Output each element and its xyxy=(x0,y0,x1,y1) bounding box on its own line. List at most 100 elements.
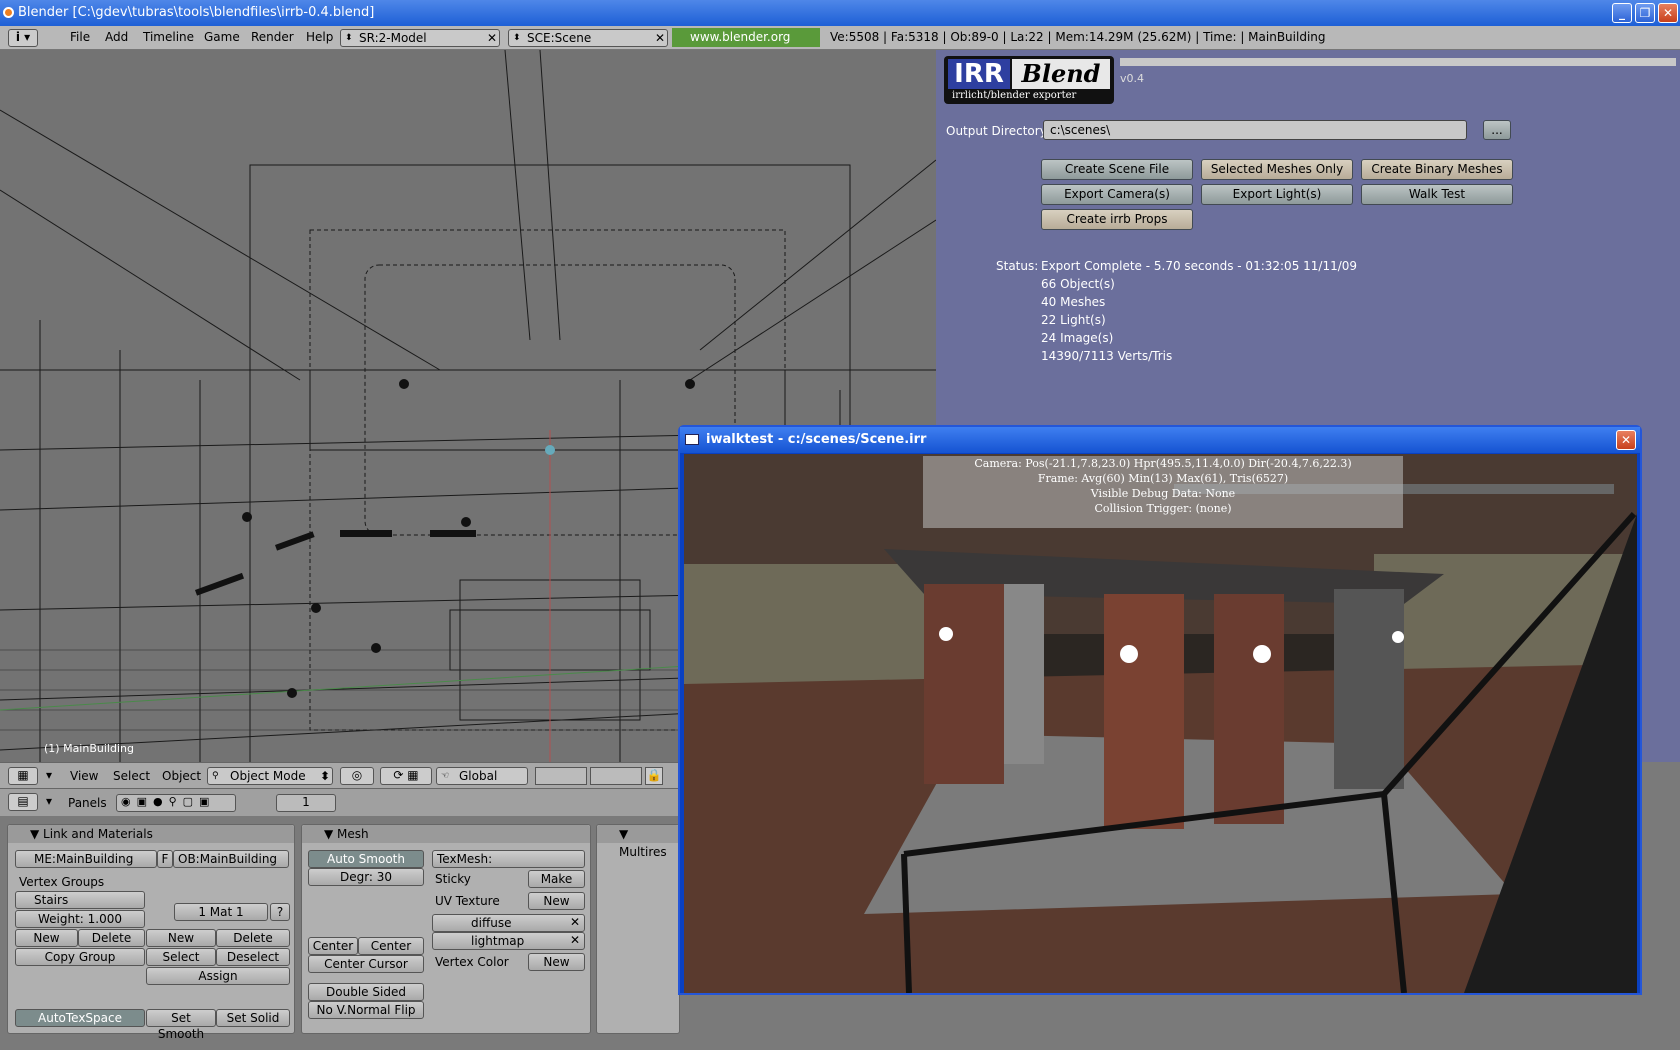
output-dir-field[interactable]: c:\scenes\ xyxy=(1043,120,1467,140)
vgroup-delete-button[interactable]: Delete xyxy=(78,929,145,947)
irrb-logo: IRR Blend irrlicht/blender exporter xyxy=(944,56,1114,104)
draw-type-icon[interactable]: ◎ xyxy=(340,767,374,785)
hand-icon: ☜ xyxy=(441,771,450,781)
window-title: Blender [C:\gdev\tubras\tools\blendfiles… xyxy=(18,5,375,20)
set-solid-button[interactable]: Set Solid xyxy=(216,1009,290,1027)
output-dir-label: Output Directory xyxy=(946,124,1047,138)
version-label: v0.4 xyxy=(1120,72,1145,85)
logo-subtitle: irrlicht/blender exporter xyxy=(952,90,1077,101)
walktest-window[interactable]: iwalktest - c:/scenes/Scene.irr ✕ Camera… xyxy=(678,425,1642,995)
create-props-button[interactable]: Create irrb Props xyxy=(1041,209,1193,230)
close-icon[interactable]: ✕ xyxy=(655,30,665,46)
center-button[interactable]: Center xyxy=(308,937,358,955)
set-smooth-button[interactable]: Set Smooth xyxy=(146,1009,216,1041)
walktest-close-button[interactable]: ✕ xyxy=(1616,430,1636,450)
vertex-groups-label: Vertex Groups xyxy=(19,875,105,889)
frame-field[interactable]: 1 xyxy=(276,794,336,812)
debug-overlay: Camera: Pos(-21.1,7.8,23.0) Hpr(495.5,11… xyxy=(923,456,1403,528)
object-name-field[interactable]: OB:MainBuilding xyxy=(173,850,289,868)
uv-new-button[interactable]: New xyxy=(528,892,585,910)
walk-test-button[interactable]: Walk Test xyxy=(1361,184,1513,205)
context-icons[interactable]: ◉▣●⚲▢▣ xyxy=(116,794,236,812)
material-deselect-button[interactable]: Deselect xyxy=(216,948,290,966)
lock-icon[interactable]: 🔒 xyxy=(645,767,663,785)
uv-layer-lightmap[interactable]: lightmap xyxy=(432,932,585,950)
screen-name: SR:2-Model xyxy=(359,31,427,45)
no-vnormal-flip-toggle[interactable]: No V.Normal Flip xyxy=(308,1001,424,1019)
export-cameras-toggle[interactable]: Export Camera(s) xyxy=(1041,184,1193,205)
center-cursor-button[interactable]: Center Cursor xyxy=(308,955,424,973)
panel-title[interactable]: ▼ Link and Materials xyxy=(8,825,294,843)
mode-selector[interactable]: ⚲ Object Mode ⬍ xyxy=(207,767,333,785)
panel-title-text: Mesh xyxy=(337,827,369,841)
walktest-render[interactable]: Camera: Pos(-21.1,7.8,23.0) Hpr(495.5,11… xyxy=(684,454,1637,993)
menu-render[interactable]: Render xyxy=(251,30,294,44)
blender-link[interactable]: www.blender.org 249.2 xyxy=(672,28,820,63)
expand-icon[interactable]: ▾ xyxy=(46,768,52,782)
auto-smooth-toggle[interactable]: Auto Smooth xyxy=(308,850,424,868)
collapse-icon: ▼ xyxy=(619,827,629,841)
menu-object[interactable]: Object xyxy=(162,769,201,783)
scene-selector[interactable]: ⬍ SCE:Scene ✕ xyxy=(508,29,668,47)
menu-add[interactable]: Add xyxy=(105,30,128,44)
restore-button[interactable]: ❐ xyxy=(1635,3,1655,23)
progress-bar xyxy=(1120,58,1676,66)
layer-buttons-a[interactable] xyxy=(535,767,587,785)
panel-title[interactable]: ▼ Multires xyxy=(597,825,679,859)
double-sided-toggle[interactable]: Double Sided xyxy=(308,983,424,1001)
minimize-button[interactable]: _ xyxy=(1612,3,1632,23)
menu-file[interactable]: File xyxy=(70,30,90,44)
remove-uv-icon[interactable]: ✕ xyxy=(570,915,580,929)
texmesh-field[interactable]: TexMesh: xyxy=(432,850,585,868)
material-new-button[interactable]: New xyxy=(146,929,216,947)
menu-game[interactable]: Game xyxy=(204,30,240,44)
menu-help[interactable]: Help xyxy=(306,30,333,44)
uv-layer-diffuse[interactable]: diffuse xyxy=(432,914,585,932)
material-index-field[interactable]: 1 Mat 1 xyxy=(174,903,268,921)
export-lights-toggle[interactable]: Export Light(s) xyxy=(1201,184,1353,205)
info-icon[interactable]: i ▾ xyxy=(8,29,38,47)
grid-icon[interactable]: ▦ xyxy=(8,767,38,785)
material-delete-button[interactable]: Delete xyxy=(216,929,290,947)
fake-user-toggle[interactable]: F xyxy=(157,850,173,868)
material-help-button[interactable]: ? xyxy=(270,903,290,921)
status-line: 40 Meshes xyxy=(1041,295,1106,309)
vgroup-new-button[interactable]: New xyxy=(15,929,78,947)
window-titlebar[interactable]: Blender [C:\gdev\tubras\tools\blendfiles… xyxy=(0,0,1680,26)
expand-icon[interactable]: ▾ xyxy=(46,794,52,808)
mesh-name-field[interactable]: ME:MainBuilding xyxy=(15,850,157,868)
vc-new-button[interactable]: New xyxy=(528,953,585,971)
buttons-window-icon[interactable]: ▤ xyxy=(8,793,38,811)
degr-field[interactable]: Degr: 30 xyxy=(308,868,424,886)
selected-meshes-toggle[interactable]: Selected Meshes Only xyxy=(1201,159,1353,180)
weight-field[interactable]: Weight: 1.000 xyxy=(15,910,145,928)
material-assign-button[interactable]: Assign xyxy=(146,967,290,985)
layer-buttons-b[interactable] xyxy=(590,767,642,785)
copy-group-button[interactable]: Copy Group xyxy=(15,948,145,966)
menu-view[interactable]: View xyxy=(70,769,98,783)
panels-menu[interactable]: Panels xyxy=(68,796,107,810)
browse-button[interactable]: ... xyxy=(1483,120,1511,140)
panel-title[interactable]: ▼ Mesh xyxy=(302,825,590,843)
autotexspace-toggle[interactable]: AutoTexSpace xyxy=(15,1009,145,1027)
pivot-icon[interactable]: ⟳ ▦ xyxy=(380,767,432,785)
menu-timeline[interactable]: Timeline xyxy=(143,30,194,44)
remove-uv-icon[interactable]: ✕ xyxy=(570,933,580,947)
output-dir-value: c:\scenes\ xyxy=(1050,123,1111,137)
close-button[interactable]: ✕ xyxy=(1658,3,1678,23)
debug-camera: Camera: Pos(-21.1,7.8,23.0) Hpr(495.5,11… xyxy=(974,457,1352,470)
create-scene-button[interactable]: Create Scene File xyxy=(1041,159,1193,180)
center-new-button[interactable]: Center New xyxy=(358,937,424,969)
material-select-button[interactable]: Select xyxy=(146,948,216,966)
orientation-selector[interactable]: ☜ Global xyxy=(436,767,528,785)
walktest-titlebar[interactable]: iwalktest - c:/scenes/Scene.irr ✕ xyxy=(680,427,1640,453)
close-icon[interactable]: ✕ xyxy=(487,30,497,46)
top-menubar: i ▾ File Add Timeline Game Render Help ⬍… xyxy=(0,26,1680,63)
mode-value: Object Mode xyxy=(230,769,306,783)
screen-selector[interactable]: ⬍ SR:2-Model ✕ xyxy=(340,29,500,47)
sticky-make-button[interactable]: Make xyxy=(528,870,585,888)
binary-meshes-toggle[interactable]: Create Binary Meshes xyxy=(1361,159,1513,180)
status-label: Status: xyxy=(996,259,1039,273)
vertex-group-selector[interactable]: Stairs xyxy=(15,891,145,909)
menu-select[interactable]: Select xyxy=(113,769,150,783)
